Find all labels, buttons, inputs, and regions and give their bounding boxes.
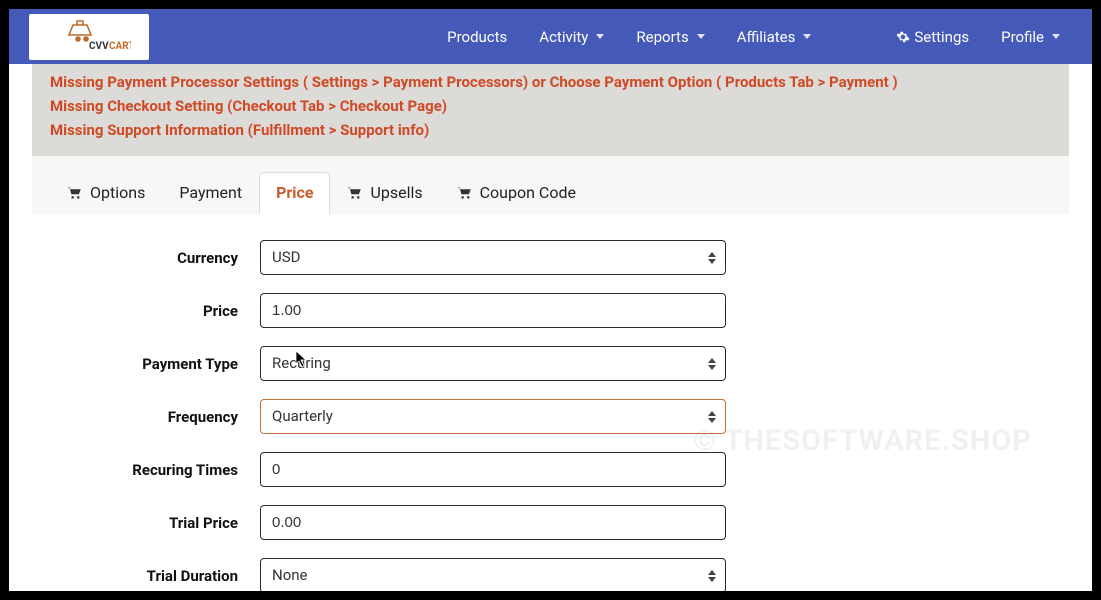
nav-affiliates-label: Affiliates — [737, 28, 796, 46]
svg-text:CART: CART — [109, 41, 131, 52]
trial-duration-label: Trial Duration — [56, 567, 260, 585]
trial-price-input[interactable] — [260, 505, 726, 540]
alert-line-2: Missing Checkout Setting (Checkout Tab >… — [50, 94, 1051, 118]
alert-line-3: Missing Support Information (Fulfillment… — [50, 118, 1051, 142]
currency-label: Currency — [56, 249, 260, 267]
tab-options-label: Options — [90, 183, 145, 202]
nav-reports-label: Reports — [636, 28, 688, 46]
cart-icon — [457, 186, 472, 200]
nav-settings-label: Settings — [914, 28, 969, 46]
cart-icon — [67, 186, 82, 200]
alert-banner: Missing Payment Processor Settings ( Set… — [32, 64, 1069, 156]
payment-type-label: Payment Type — [56, 355, 260, 373]
frequency-value: Quarterly — [272, 407, 333, 425]
svg-text:CVV: CVV — [89, 41, 109, 52]
recuring-times-label: Recuring Times — [56, 461, 260, 479]
nav-activity[interactable]: Activity — [527, 20, 616, 54]
nav-settings[interactable]: Settings — [884, 20, 981, 54]
nav-profile-label: Profile — [1001, 28, 1044, 46]
currency-value: USD — [272, 248, 300, 266]
chevron-down-icon — [596, 34, 604, 39]
payment-type-select[interactable]: Recuring — [260, 346, 726, 381]
cart-icon — [347, 186, 362, 200]
trial-duration-value: None — [272, 566, 308, 584]
chevron-down-icon — [803, 34, 811, 39]
chevron-down-icon — [1052, 34, 1060, 39]
tab-price-label: Price — [276, 183, 313, 202]
chevron-down-icon — [697, 34, 705, 39]
top-navbar: CVV CART Products Activity Reports Affil… — [9, 9, 1092, 64]
tab-price[interactable]: Price — [259, 172, 330, 214]
nav-reports[interactable]: Reports — [624, 20, 716, 54]
logo-icon: CVV CART — [47, 19, 131, 55]
recuring-times-input[interactable] — [260, 452, 726, 487]
price-input[interactable] — [260, 293, 726, 328]
nav-activity-label: Activity — [539, 28, 588, 46]
nav-products[interactable]: Products — [435, 20, 519, 54]
trial-duration-select[interactable]: None — [260, 558, 726, 591]
nav-affiliates[interactable]: Affiliates — [725, 20, 824, 54]
gear-icon — [896, 30, 910, 44]
alert-line-1: Missing Payment Processor Settings ( Set… — [50, 70, 1051, 94]
tab-coupon[interactable]: Coupon Code — [440, 172, 593, 214]
frequency-label: Frequency — [56, 408, 260, 426]
brand-logo[interactable]: CVV CART — [29, 14, 149, 60]
tab-payment-label: Payment — [179, 183, 242, 202]
price-label: Price — [56, 302, 260, 320]
tab-coupon-label: Coupon Code — [480, 183, 576, 202]
trial-price-label: Trial Price — [56, 514, 260, 532]
tab-upsells[interactable]: Upsells — [330, 172, 439, 214]
nav-profile[interactable]: Profile — [989, 20, 1072, 54]
frequency-select[interactable]: Quarterly — [260, 399, 726, 434]
tab-options[interactable]: Options — [50, 172, 162, 214]
tab-payment[interactable]: Payment — [162, 172, 259, 214]
currency-select[interactable]: USD — [260, 240, 726, 275]
nav-items: Products Activity Reports Affiliates Set… — [435, 20, 1072, 54]
tab-upsells-label: Upsells — [370, 183, 422, 202]
nav-products-label: Products — [447, 28, 507, 46]
product-tabs: Options Payment Price Upsells Coupon Cod… — [32, 156, 1069, 214]
payment-type-value: Recuring — [272, 354, 331, 372]
price-form: Currency USD Price Payment Type Recuring — [32, 214, 1069, 591]
